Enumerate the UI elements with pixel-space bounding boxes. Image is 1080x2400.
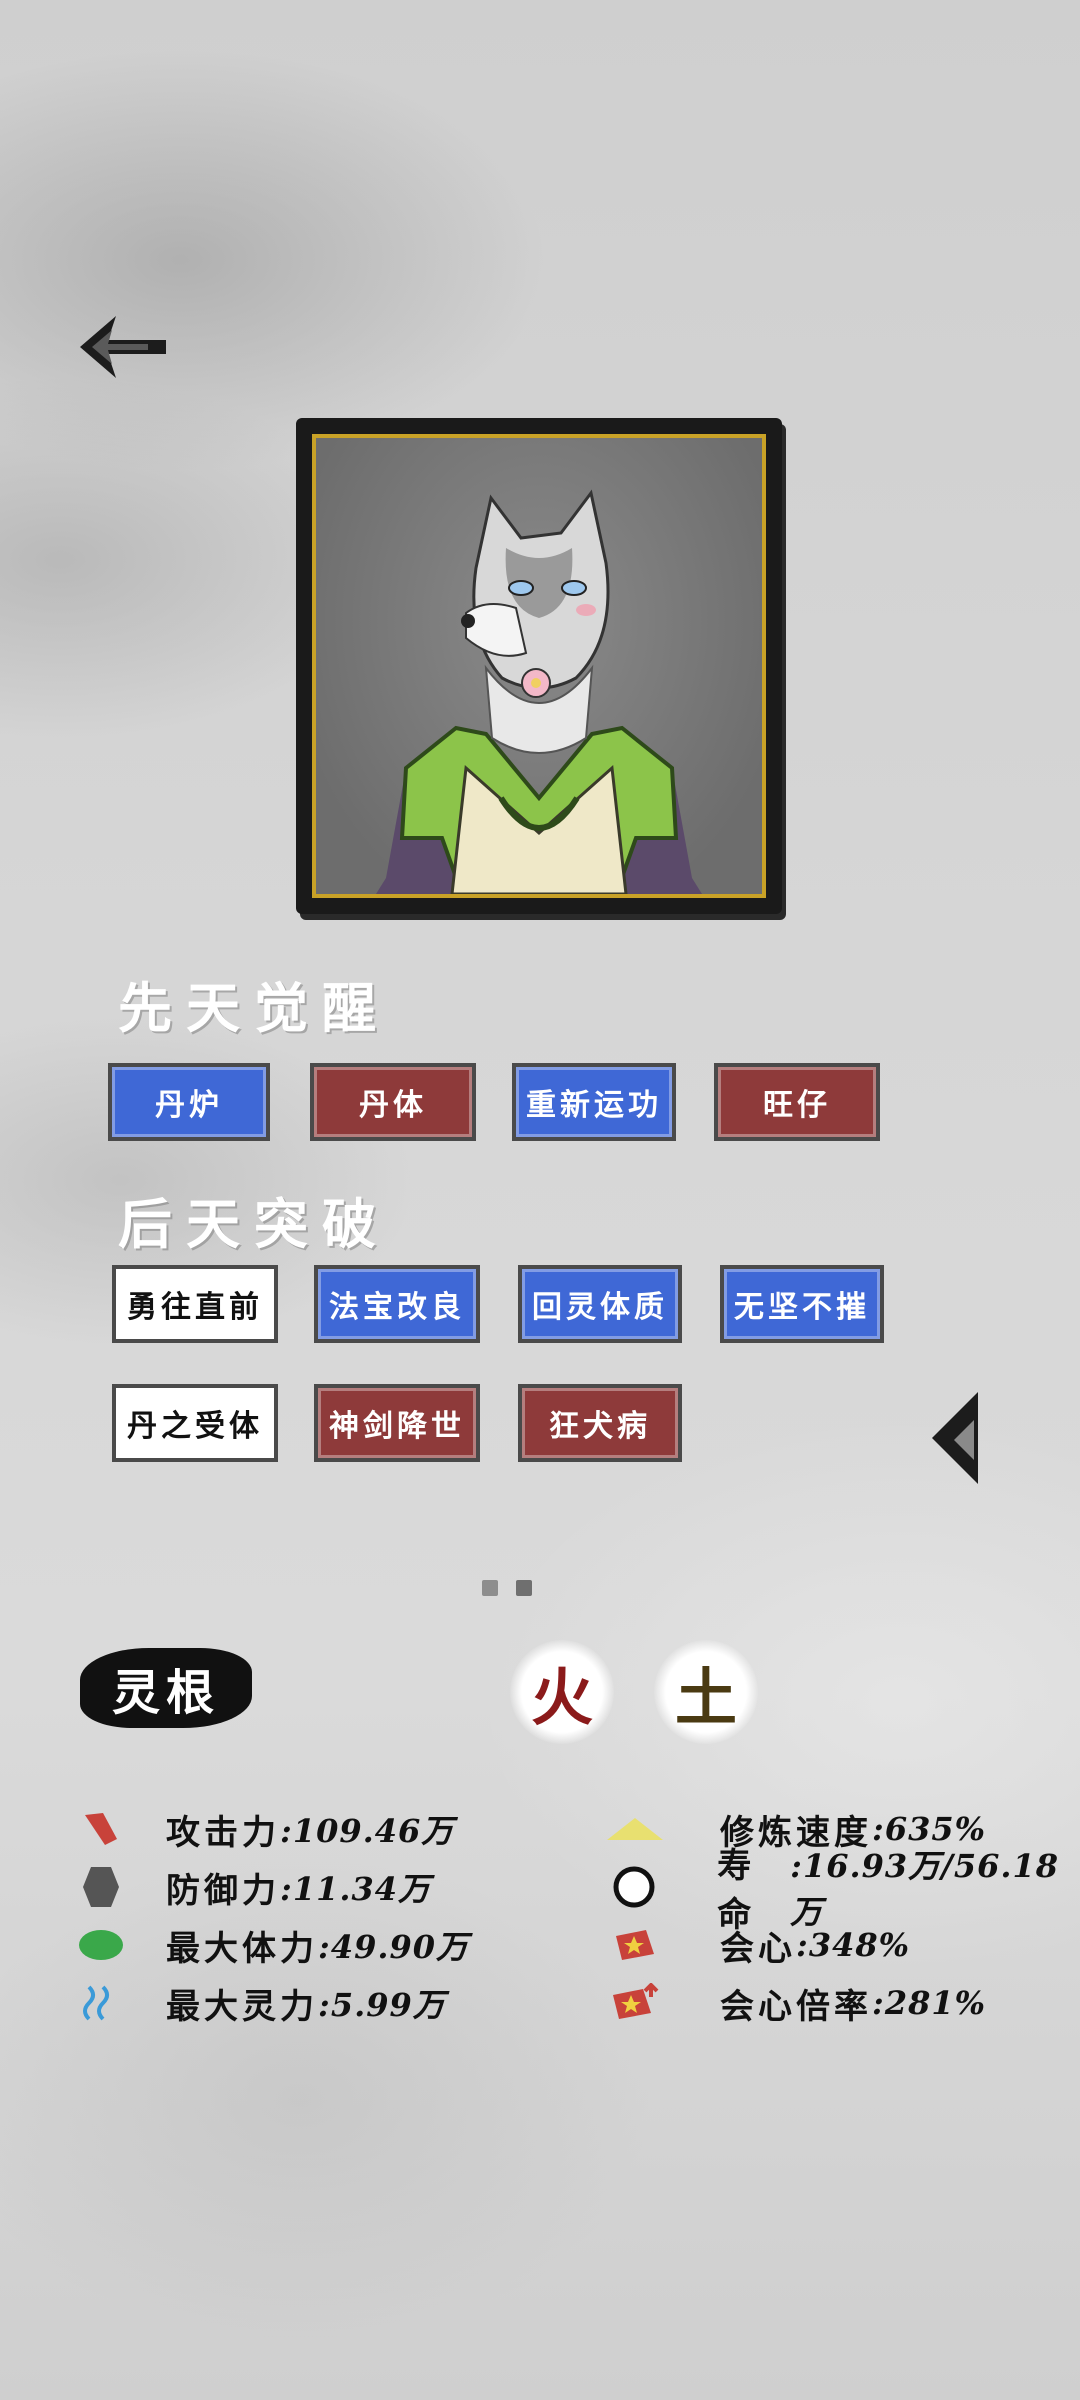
spirit-root-title: 灵根 — [80, 1648, 252, 1728]
back-button[interactable] — [78, 312, 168, 382]
stat-label: 最大灵力 — [166, 1986, 318, 2027]
critical-multiplier-icon — [600, 1978, 670, 2028]
health-icon — [76, 1920, 126, 1970]
stat-value: :109.46万 — [280, 1812, 455, 1850]
stat-max-health: 最大体力 :49.90万 — [76, 1920, 469, 1970]
chip-huiling-tizhi[interactable]: 回灵体质 — [518, 1265, 682, 1343]
chip-wangzai[interactable]: 旺仔 — [714, 1063, 880, 1141]
chip-chongxin-yungong[interactable]: 重新运功 — [512, 1063, 676, 1141]
stat-value: :11.34万 — [280, 1870, 432, 1908]
chip-wujian-bucui[interactable]: 无坚不摧 — [720, 1265, 884, 1343]
element-earth: 土 — [654, 1640, 758, 1744]
attack-icon — [76, 1804, 126, 1854]
character-portrait — [312, 434, 766, 898]
chip-kuangquan-bing[interactable]: 狂犬病 — [518, 1384, 682, 1462]
chip-danti[interactable]: 丹体 — [310, 1063, 476, 1141]
mana-icon — [76, 1978, 126, 2028]
stat-value: :281% — [872, 1984, 987, 2022]
stat-attack: 攻击力 :109.46万 — [76, 1804, 454, 1854]
stat-label: 攻击力 — [166, 1812, 280, 1853]
page-dot-2-active[interactable] — [516, 1580, 532, 1596]
stat-label: 会心 — [720, 1928, 796, 1969]
innate-awakening-title: 先天觉醒 — [118, 976, 390, 1040]
stat-defense: 防御力 :11.34万 — [76, 1862, 431, 1912]
stat-max-mana: 最大灵力 :5.99万 — [76, 1978, 446, 2028]
stat-value: :348% — [796, 1926, 911, 1964]
chip-fabao-gailiang[interactable]: 法宝改良 — [314, 1265, 480, 1343]
stat-value: :5.99万 — [318, 1986, 446, 2024]
wolf-character-icon — [376, 489, 702, 894]
critical-icon — [600, 1920, 670, 1970]
stat-label: 最大体力 — [166, 1928, 318, 1969]
chip-yongwang-zhiqian[interactable]: 勇往直前 — [112, 1265, 278, 1343]
page-dot-1[interactable] — [482, 1580, 498, 1596]
lifespan-icon — [600, 1862, 667, 1912]
element-fire: 火 — [510, 1640, 614, 1744]
cultivation-speed-icon — [600, 1804, 670, 1854]
chip-danzhi-shouti[interactable]: 丹之受体 — [112, 1384, 278, 1462]
character-portrait-frame — [296, 418, 782, 914]
acquired-breakthrough-title: 后天突破 — [118, 1192, 390, 1256]
stat-value: :49.90万 — [318, 1928, 470, 1966]
defense-icon — [76, 1862, 126, 1912]
chip-danlu[interactable]: 丹炉 — [108, 1063, 270, 1141]
left-triangle-arrow-icon — [932, 1392, 978, 1484]
chip-shenjian-jiangshi[interactable]: 神剑降世 — [314, 1384, 480, 1462]
back-arrow-icon — [80, 316, 166, 378]
stat-critical-multiplier: 会心倍率 :281% — [600, 1978, 986, 2028]
stat-lifespan: 寿命 :16.93万/56.18万 — [600, 1846, 1080, 1935]
stat-label: 防御力 — [166, 1870, 280, 1911]
next-page-button[interactable] — [930, 1390, 980, 1486]
stat-critical: 会心 :348% — [600, 1920, 910, 1970]
stat-label: 会心倍率 — [720, 1986, 872, 2027]
